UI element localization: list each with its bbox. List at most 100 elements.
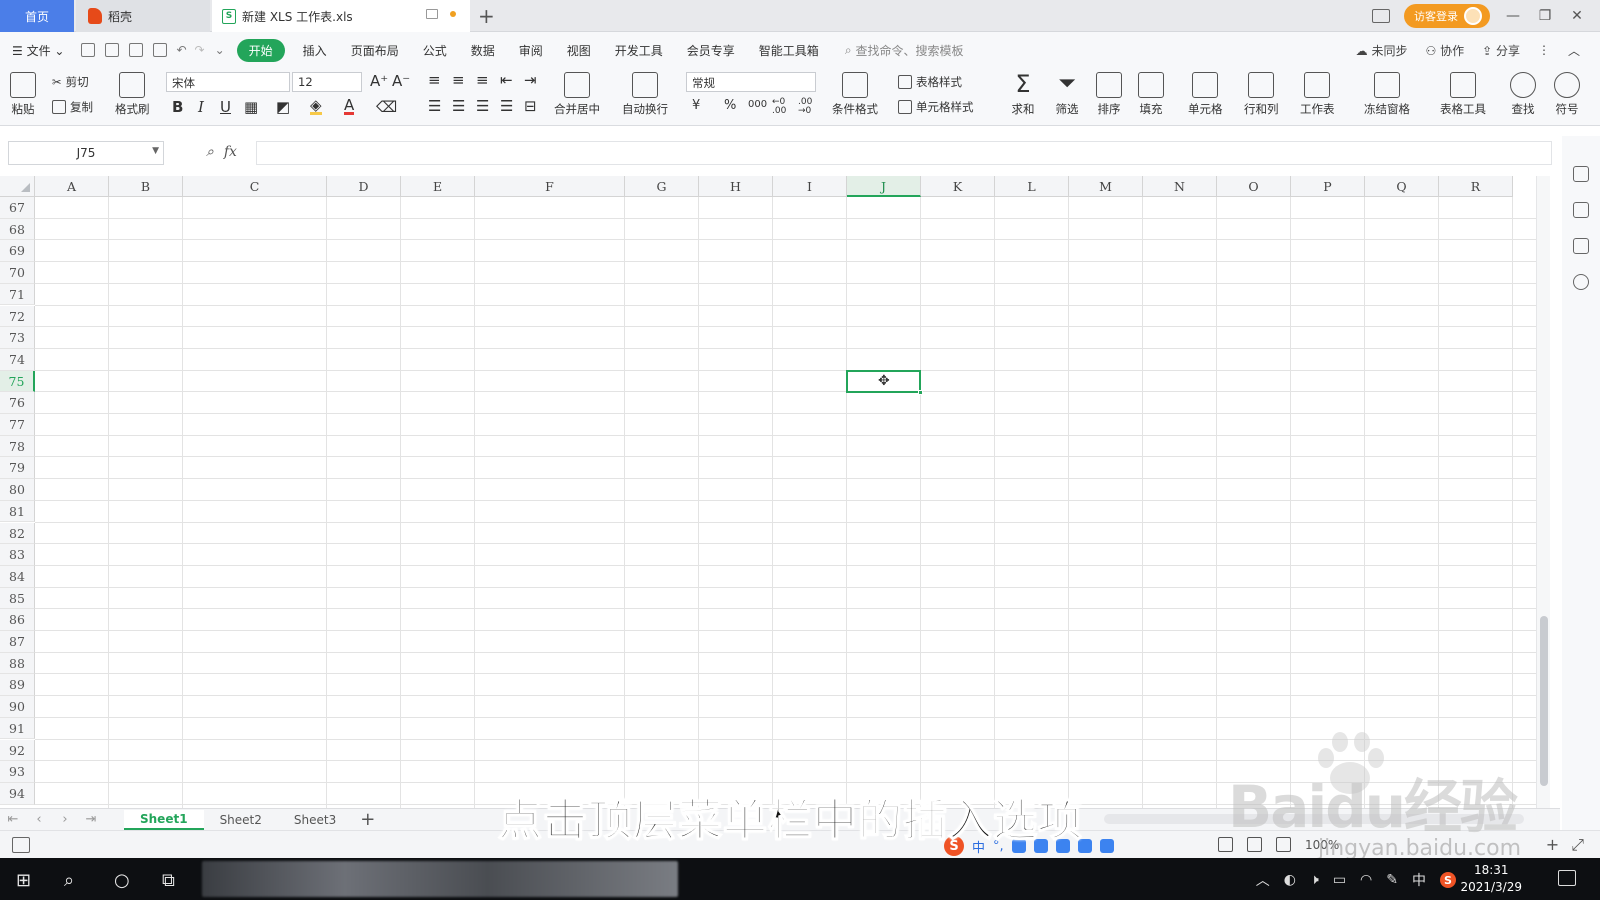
row-header-73[interactable]: 73 <box>0 327 35 349</box>
tab-home[interactable]: 首页 <box>0 0 74 32</box>
apps-icon[interactable] <box>1099 839 1114 853</box>
collab-button[interactable]: ⚇ 协作 <box>1426 42 1465 59</box>
fx-icon[interactable]: fx <box>224 144 237 160</box>
align-middle-icon[interactable]: ≡ <box>452 71 465 89</box>
menu-insert[interactable]: 插入 <box>291 42 339 59</box>
file-menu[interactable]: ☰ 文件 ⌄ <box>0 42 76 59</box>
zoom-in-icon[interactable]: + <box>1546 835 1559 855</box>
menu-review[interactable]: 审阅 <box>507 42 555 59</box>
row-header-76[interactable]: 76 <box>0 392 35 414</box>
pen-icon[interactable]: ✎ <box>1386 872 1398 888</box>
row-header-80[interactable]: 80 <box>0 479 35 501</box>
sogou-tray-icon[interactable]: S <box>1440 872 1456 888</box>
row-header-90[interactable]: 90 <box>0 696 35 718</box>
column-header-l[interactable]: L <box>995 176 1069 197</box>
sheet-tab-1[interactable]: Sheet1 <box>124 809 204 830</box>
row-header-91[interactable]: 91 <box>0 717 35 740</box>
find-button[interactable]: 查找 <box>1510 72 1536 117</box>
fill-button[interactable]: 填充 <box>1138 72 1164 117</box>
filter-button[interactable]: ⏷ 筛选 <box>1054 72 1080 117</box>
row-header-93[interactable]: 93 <box>0 761 35 783</box>
column-header-o[interactable]: O <box>1217 176 1291 197</box>
row-col-button[interactable]: 行和列 <box>1244 72 1279 117</box>
print-preview-icon[interactable] <box>153 43 168 57</box>
network-icon[interactable]: ◐ <box>1284 872 1296 888</box>
symbol-button[interactable]: 符号 <box>1554 72 1580 117</box>
column-header-h[interactable]: H <box>699 176 773 197</box>
sum-button[interactable]: Σ 求和 <box>1010 72 1036 117</box>
menu-smart-toolbox[interactable]: 智能工具箱 <box>747 42 831 59</box>
customize-chevron-icon[interactable]: ⌄ <box>209 43 231 57</box>
increase-decimal-button[interactable]: ←0 .00 <box>772 98 790 116</box>
row-header-83[interactable]: 83 <box>0 544 35 566</box>
row-header-67[interactable]: 67 <box>0 197 35 219</box>
tray-expand-icon[interactable]: ︿ <box>1256 870 1270 890</box>
row-header-88[interactable]: 88 <box>0 652 35 675</box>
row-header-72[interactable]: 72 <box>0 305 35 328</box>
vertical-scroll-thumb[interactable] <box>1540 616 1548 786</box>
undo-icon[interactable]: ↶ <box>172 43 190 57</box>
first-sheet-icon[interactable]: ⇤ <box>0 812 26 827</box>
tab-document[interactable]: S 新建 XLS 工作表.xls <box>212 0 470 32</box>
command-search[interactable]: ⌕ 查找命令、搜索模板 <box>845 42 964 59</box>
row-header-79[interactable]: 79 <box>0 457 35 480</box>
settings-slider-icon[interactable] <box>1573 202 1589 218</box>
layout-icon[interactable] <box>1372 9 1390 23</box>
decrease-font-icon[interactable]: A⁻ <box>392 72 410 90</box>
name-box[interactable]: J75 ▼ <box>8 141 164 165</box>
row-header-75[interactable]: 75 <box>0 370 35 393</box>
menu-developer[interactable]: 开发工具 <box>603 42 675 59</box>
guest-login-button[interactable]: 访客登录 <box>1404 4 1490 28</box>
row-header-69[interactable]: 69 <box>0 240 35 263</box>
more-icon[interactable]: ⋮ <box>1538 43 1550 57</box>
align-left-icon[interactable]: ☰ <box>428 97 441 115</box>
column-header-f[interactable]: F <box>475 176 625 197</box>
formula-input[interactable] <box>256 141 1552 165</box>
row-header-74[interactable]: 74 <box>0 348 35 371</box>
align-center-icon[interactable]: ☰ <box>452 97 465 115</box>
prev-sheet-icon[interactable]: ‹ <box>26 812 52 827</box>
sync-button[interactable]: ☁ 未同步 <box>1356 42 1408 59</box>
menu-view[interactable]: 视图 <box>555 42 603 59</box>
outdent-icon[interactable]: ⇤ <box>500 71 513 89</box>
sheet-tab-2[interactable]: Sheet2 <box>204 811 278 829</box>
table-tools-button[interactable]: 表格工具 <box>1440 72 1486 117</box>
fill-handle[interactable] <box>918 390 923 396</box>
share-button[interactable]: ⇪ 分享 <box>1482 42 1520 59</box>
menu-member[interactable]: 会员专享 <box>675 42 747 59</box>
save-icon[interactable] <box>81 43 96 57</box>
select-all-corner[interactable] <box>0 176 35 197</box>
worksheet-button[interactable]: 工作表 <box>1300 72 1335 117</box>
menu-start[interactable]: 开始 <box>236 38 285 62</box>
conditional-format-button[interactable]: 条件格式 <box>832 72 878 117</box>
monitor-icon[interactable] <box>426 9 438 19</box>
column-header-g[interactable]: G <box>625 176 699 197</box>
column-header-n[interactable]: N <box>1143 176 1217 197</box>
wrap-text-button[interactable]: 自动换行 <box>622 72 668 117</box>
minimize-icon[interactable]: — <box>1504 8 1522 24</box>
cut-button[interactable]: ✂ 剪切 <box>52 74 89 90</box>
row-header-77[interactable]: 77 <box>0 414 35 436</box>
search-icon[interactable]: ⌕ <box>64 870 74 891</box>
format-painter-button[interactable]: 格式刷 <box>115 72 150 117</box>
macro-icon[interactable] <box>12 837 30 853</box>
export-icon[interactable] <box>105 43 120 57</box>
print-icon[interactable] <box>129 43 144 57</box>
menu-formula[interactable]: 公式 <box>411 42 459 59</box>
row-header-70[interactable]: 70 <box>0 262 35 284</box>
column-header-r[interactable]: R <box>1439 176 1513 197</box>
fill-pattern-icon[interactable]: ◩ <box>276 98 290 116</box>
volume-icon[interactable]: 🕨 <box>1310 872 1319 888</box>
border-icon[interactable]: ▦ <box>244 98 258 116</box>
row-header-81[interactable]: 81 <box>0 500 35 523</box>
zoom-icon[interactable]: ⌕ <box>206 144 214 160</box>
paste-button[interactable]: 粘贴 <box>10 72 36 117</box>
underline-button[interactable]: U <box>220 98 231 116</box>
number-format-select[interactable]: 常规 <box>686 72 816 92</box>
increase-font-icon[interactable]: A⁺ <box>370 72 388 90</box>
fullscreen-icon[interactable]: ⤢ <box>1571 835 1584 855</box>
notification-icon[interactable] <box>1558 870 1576 886</box>
font-name-select[interactable]: 宋体 <box>166 72 290 92</box>
table-style-button[interactable]: 表格样式 <box>898 74 962 90</box>
justify-icon[interactable]: ☰ <box>500 97 513 115</box>
